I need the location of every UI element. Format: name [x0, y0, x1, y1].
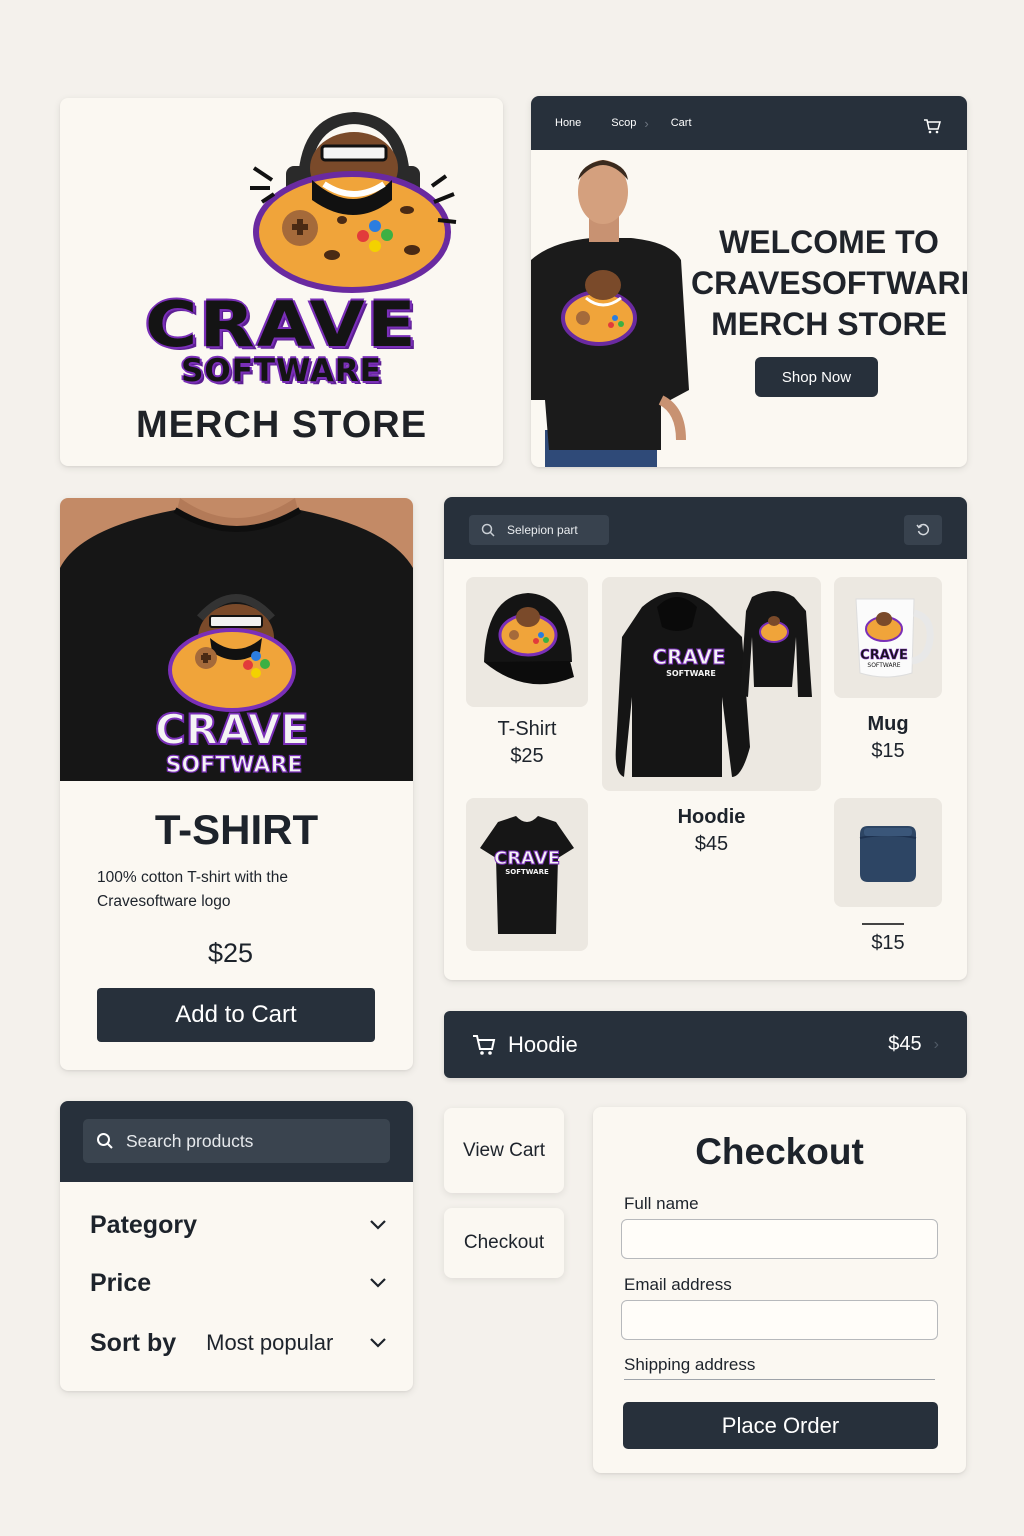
svg-text:SOFTWARE: SOFTWARE	[505, 868, 549, 876]
cart-summary-bar[interactable]: Hoodie $45 ›	[444, 1011, 967, 1078]
crave-mascot-logo	[250, 111, 457, 293]
product-grid-card: Selepion part T-Shirt $25 CRAVE SOFTWARE…	[444, 497, 967, 980]
nav-link-cart[interactable]: Cart	[671, 117, 692, 129]
place-order-button[interactable]: Place Order	[623, 1402, 938, 1449]
filter-price-dropdown[interactable]: Price	[90, 1266, 388, 1300]
product-tile-tshirt[interactable]: CRAVE SOFTWARE	[466, 798, 588, 951]
filter-panel: Search products Pategory Price Sort by M…	[60, 1101, 413, 1391]
chevron-right-icon: ›	[933, 1035, 939, 1053]
svg-text:SOFTWARE: SOFTWARE	[867, 662, 900, 669]
product-detail-card: CRAVE SOFTWARE T-SHIRT 100% cotton T-shi…	[60, 498, 413, 1070]
chevron-down-icon	[370, 1338, 386, 1348]
product-tile-cap[interactable]	[466, 577, 588, 707]
full-name-field[interactable]	[621, 1219, 938, 1259]
nav-link-shop[interactable]: Scop	[611, 117, 636, 129]
sort-by-label: Sort by	[90, 1328, 177, 1357]
model-wearing-tshirt-image	[531, 160, 689, 467]
logo-wordmark-software: SOFTWARE	[181, 353, 382, 389]
nav-link-home[interactable]: Hone	[555, 117, 581, 129]
grid-item-accessory-label: $15	[834, 930, 942, 957]
checkout-form: Checkout Full name Email address Shippin…	[593, 1107, 966, 1473]
grid-item-tshirt-label: T-Shirt $25	[466, 716, 588, 770]
cap-image	[484, 593, 574, 685]
hero-title-line-1: WELCOME TO	[719, 224, 939, 260]
top-nav-bar: Hone Scop › Cart	[531, 96, 967, 150]
hoodie-image: CRAVE SOFTWARE	[615, 591, 812, 777]
svg-text:CRAVE: CRAVE	[155, 705, 309, 754]
cart-item-name: Hoodie	[508, 1031, 578, 1057]
filter-category-dropdown[interactable]: Pategory	[90, 1208, 388, 1242]
grid-search-text: Selepion part	[507, 523, 578, 537]
product-price: $25	[207, 938, 254, 968]
hero-title-line-2: CRAVESOFTWARE	[691, 265, 967, 301]
card-holder-image	[859, 826, 917, 882]
product-title: T-SHIRT	[154, 806, 319, 853]
hero-banner: Hone Scop › Cart WELCOME TO CRAVESOFTWAR…	[531, 96, 967, 467]
add-to-cart-button[interactable]: Add to Cart	[97, 988, 375, 1042]
svg-text:CRAVE: CRAVE	[494, 848, 560, 869]
filter-price-label: Price	[90, 1268, 152, 1297]
grid-item-hoodie-name: Hoodie	[677, 806, 746, 828]
cart-item-price: $45	[888, 1033, 922, 1055]
grid-item-tshirt-price: $25	[510, 745, 544, 767]
grid-item-hoodie-price: $45	[694, 833, 729, 855]
svg-text:CRAVE: CRAVE	[652, 645, 725, 669]
product-tile-accessory[interactable]	[834, 798, 942, 907]
shop-now-button[interactable]: Shop Now	[755, 357, 878, 397]
refresh-button[interactable]	[904, 515, 942, 545]
cart-icon[interactable]	[923, 118, 941, 134]
refresh-icon	[916, 523, 930, 536]
shipping-address-field[interactable]	[624, 1379, 935, 1380]
svg-text:SOFTWARE: SOFTWARE	[166, 753, 303, 778]
grid-item-mug-label: Mug $15	[834, 711, 942, 765]
svg-text:CRAVE: CRAVE	[860, 648, 908, 663]
chevron-right-icon: ›	[644, 115, 649, 131]
cart-icon	[473, 1034, 496, 1055]
chevron-down-icon	[370, 1220, 386, 1230]
sort-by-dropdown[interactable]: Sort by Most popular	[90, 1326, 388, 1360]
chevron-down-icon	[370, 1278, 386, 1288]
shipping-address-label: Shipping address	[624, 1355, 756, 1374]
hero-title-line-3: MERCH STORE	[711, 306, 947, 342]
grid-item-mug-price: $15	[871, 740, 905, 762]
full-name-label: Full name	[624, 1194, 699, 1213]
grid-item-mug-name: Mug	[867, 713, 909, 735]
search-icon	[97, 1133, 113, 1149]
search-icon	[481, 523, 495, 537]
grid-item-accessory-divider	[834, 923, 942, 927]
svg-text:SOFTWARE: SOFTWARE	[666, 669, 716, 678]
grid-toolbar: Selepion part	[444, 497, 967, 559]
grid-item-hoodie-label: Hoodie $45	[602, 804, 821, 858]
search-input[interactable]: Search products	[83, 1119, 390, 1163]
checkout-button[interactable]: Checkout	[444, 1208, 564, 1278]
checkout-title: Checkout	[695, 1131, 864, 1172]
email-label: Email address	[624, 1275, 732, 1294]
grid-search-field[interactable]: Selepion part	[469, 515, 609, 545]
email-field[interactable]	[621, 1300, 938, 1340]
tshirt-product-image: CRAVE SOFTWARE	[60, 498, 413, 781]
product-description: 100% cotton T-shirt with the Cravesoftwa…	[97, 869, 288, 910]
brand-logo-card: CRAVE SOFTWARE MERCH STORE	[60, 98, 503, 466]
grid-item-accessory-price: $15	[871, 932, 905, 954]
store-subtitle: MERCH STORE	[135, 404, 428, 446]
logo-wordmark-crave: CRAVE	[145, 288, 418, 361]
filter-header: Search products	[60, 1101, 413, 1182]
product-tile-mug[interactable]: CRAVE SOFTWARE	[834, 577, 942, 698]
hero-title: WELCOME TO CRAVESOFTWARE MERCH STORE	[691, 222, 967, 345]
tshirt-image: CRAVE SOFTWARE	[480, 816, 574, 934]
view-cart-button[interactable]: View Cart	[444, 1108, 564, 1193]
product-tile-hoodie[interactable]: CRAVE SOFTWARE	[602, 577, 821, 791]
mug-image: CRAVE SOFTWARE	[855, 598, 934, 678]
filter-category-label: Pategory	[90, 1210, 197, 1239]
sort-by-value: Most popular	[206, 1330, 334, 1355]
grid-item-tshirt-name: T-Shirt	[497, 718, 557, 740]
search-placeholder: Search products	[126, 1130, 254, 1151]
